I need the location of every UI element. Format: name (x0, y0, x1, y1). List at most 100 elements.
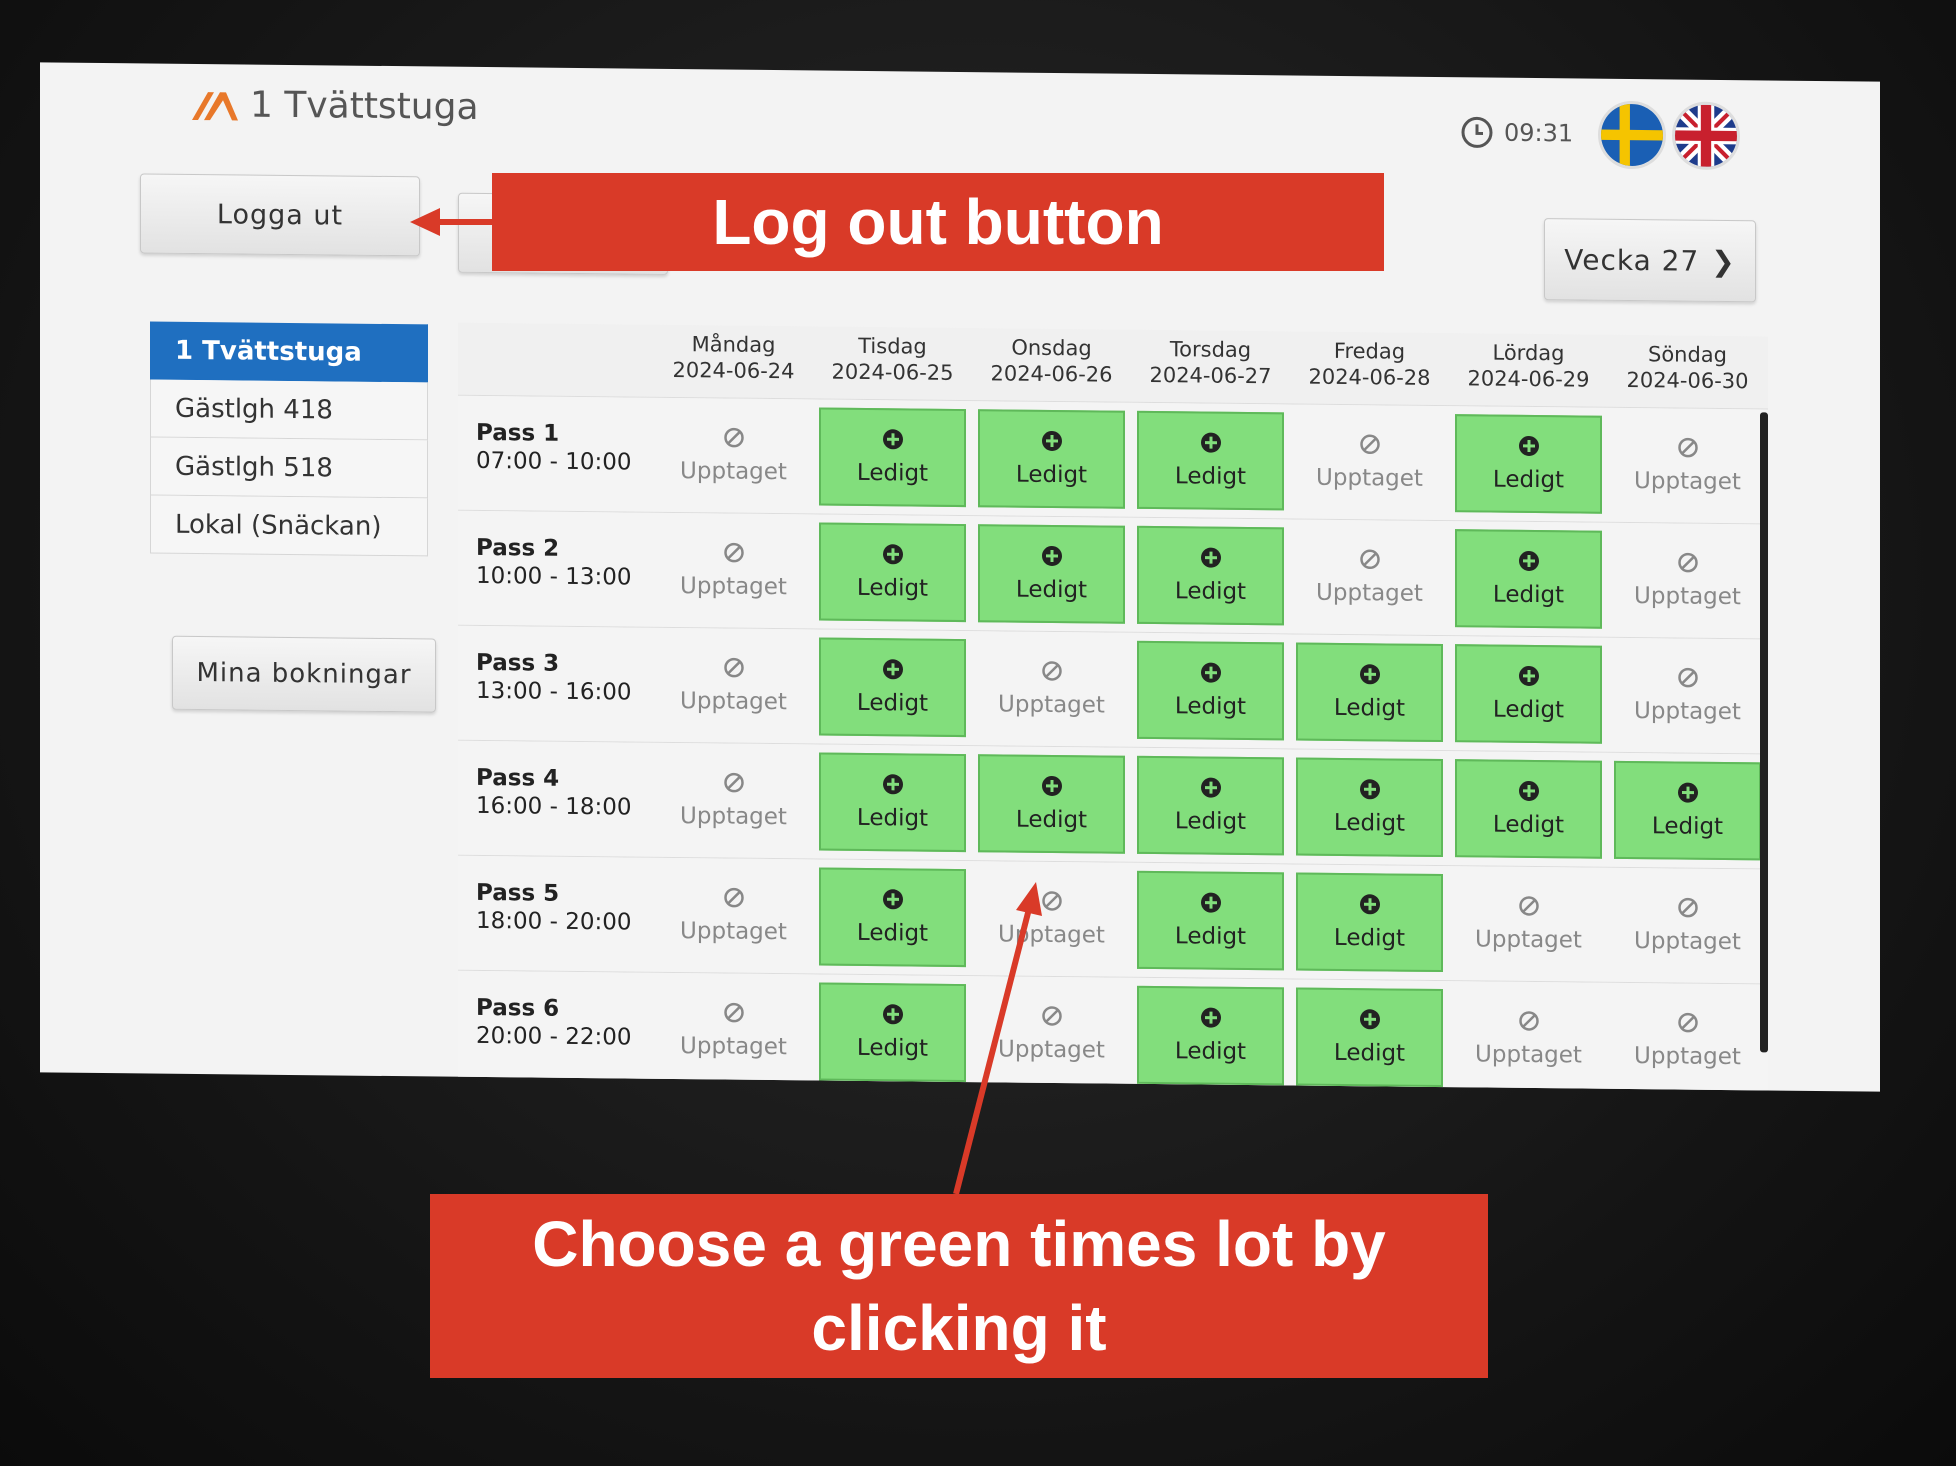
pass-name: Pass 1 (476, 419, 560, 447)
slot-status: Ledigt (1492, 811, 1565, 839)
pass-label: Pass 2 10:00 - 13:00 (458, 511, 654, 627)
free-slot-button[interactable]: Ledigt (1296, 642, 1443, 743)
plus-circle-icon (1200, 547, 1222, 575)
slot-cell: Upptaget (1608, 868, 1767, 984)
free-slot-button[interactable]: Ledigt (819, 637, 966, 738)
app-logo: 1 Tvättstuga (190, 84, 479, 128)
slot-status: Upptaget (1475, 1041, 1582, 1069)
slot-cell: Ledigt (1131, 403, 1290, 519)
slot-cell: Upptaget (1608, 983, 1767, 1092)
sidebar-item[interactable]: 1 Tvättstuga (150, 321, 428, 383)
free-slot-button[interactable]: Ledigt (978, 754, 1125, 854)
free-slot-button[interactable]: Ledigt (1296, 757, 1443, 858)
slot-cell: Upptaget (654, 513, 813, 629)
free-slot-button[interactable]: Ledigt (819, 867, 966, 968)
slot-cell: Ledigt (1290, 864, 1449, 980)
slot-cell: Ledigt (1449, 406, 1608, 522)
free-slot-button[interactable]: Ledigt (1455, 644, 1602, 744)
free-slot-button[interactable]: Ledigt (1137, 525, 1284, 626)
free-slot-button[interactable]: Ledigt (1296, 872, 1443, 973)
day-header: Måndag 2024-06-24 (654, 325, 813, 399)
plus-circle-icon (882, 428, 904, 456)
logo-icon (192, 91, 238, 120)
plus-circle-icon (882, 773, 904, 801)
free-slot-button[interactable]: Ledigt (978, 409, 1125, 509)
slot-status: Upptaget (1634, 928, 1741, 956)
plus-circle-icon (1200, 432, 1222, 460)
prohibited-icon (1359, 433, 1381, 461)
free-slot-button[interactable]: Ledigt (1296, 987, 1443, 1088)
slot-status: Ledigt (856, 574, 929, 602)
slot-cell: Ledigt (972, 401, 1131, 517)
slot-status: Ledigt (856, 689, 929, 717)
free-slot-button[interactable]: Ledigt (819, 982, 966, 1083)
next-week-button[interactable]: Vecka 27 ❯ (1544, 218, 1756, 303)
slot-status: Upptaget (680, 458, 787, 486)
free-slot-button[interactable]: Ledigt (1137, 755, 1284, 856)
sidebar-item[interactable]: Lokal (Snäckan) (150, 495, 428, 557)
slot-cell: Upptaget (654, 743, 813, 859)
swedish-flag-icon[interactable] (1598, 100, 1666, 170)
slot-cell: Upptaget (654, 628, 813, 744)
pass-row: Pass 6 20:00 - 22:00 Upptaget Ledigt Upptage… (458, 970, 1768, 1092)
plus-circle-icon (1200, 1007, 1222, 1035)
free-slot-button[interactable]: Ledigt (1455, 414, 1602, 514)
pass-name: Pass 6 (476, 994, 560, 1022)
plus-circle-icon (1518, 550, 1540, 578)
day-name: Fredag (1333, 338, 1406, 364)
uk-flag-icon[interactable] (1672, 101, 1740, 171)
booked-slot: Upptaget (1455, 989, 1602, 1089)
slot-cell: Upptaget (654, 398, 813, 514)
free-slot-button[interactable]: Ledigt (1614, 760, 1761, 861)
slot-cell: Ledigt (1131, 633, 1290, 749)
free-slot-button[interactable]: Ledigt (819, 752, 966, 853)
prohibited-icon (1518, 1010, 1540, 1038)
sidebar-item[interactable]: Gästlgh 418 (150, 379, 428, 441)
slot-cell: Upptaget (972, 631, 1131, 747)
slot-cell: Ledigt (813, 399, 972, 515)
free-slot-button[interactable]: Ledigt (1455, 759, 1602, 859)
free-slot-button[interactable]: Ledigt (819, 407, 966, 508)
prohibited-icon (723, 1002, 745, 1030)
booked-slot: Upptaget (660, 866, 807, 966)
slot-cell: Ledigt (1608, 753, 1767, 869)
day-header: Fredag 2024-06-28 (1290, 331, 1449, 405)
prohibited-icon (1677, 667, 1699, 695)
slot-status: Upptaget (680, 573, 787, 601)
pass-time: 13:00 - 16:00 (476, 677, 632, 706)
slot-status: Upptaget (1316, 464, 1423, 492)
booked-slot: Upptaget (1614, 991, 1761, 1091)
plus-circle-icon (1041, 430, 1063, 458)
grid-scrollbar[interactable] (1760, 412, 1768, 1053)
free-slot-button[interactable]: Ledigt (1137, 410, 1284, 511)
plus-circle-icon (882, 543, 904, 571)
prohibited-icon (723, 772, 745, 800)
slot-status: Upptaget (1475, 926, 1582, 954)
plus-circle-icon (1200, 662, 1222, 690)
day-header: Lördag 2024-06-29 (1449, 333, 1608, 407)
day-name: Lördag (1492, 340, 1565, 366)
free-slot-button[interactable]: Ledigt (1137, 640, 1284, 741)
slot-status: Upptaget (680, 688, 787, 716)
booked-slot: Upptaget (978, 869, 1125, 969)
plus-circle-icon (1359, 1008, 1381, 1036)
booked-slot: Upptaget (978, 639, 1125, 739)
day-name: Tisdag (858, 333, 927, 359)
free-slot-button[interactable]: Ledigt (978, 524, 1125, 624)
free-slot-button[interactable]: Ledigt (1455, 529, 1602, 629)
slot-cell: Ledigt (813, 974, 972, 1090)
slot-status: Ledigt (1174, 693, 1247, 720)
day-date: 2024-06-27 (1149, 362, 1272, 389)
my-bookings-button[interactable]: Mina bokningar (172, 635, 436, 713)
free-slot-button[interactable]: Ledigt (1137, 870, 1284, 971)
free-slot-button[interactable]: Ledigt (1137, 985, 1284, 1086)
free-slot-button[interactable]: Ledigt (819, 522, 966, 623)
slot-status: Ledigt (1333, 924, 1406, 952)
slot-cell: Ledigt (972, 746, 1131, 862)
sidebar-item[interactable]: Gästlgh 518 (150, 437, 428, 499)
slot-cell: Ledigt (1449, 636, 1608, 752)
logout-button[interactable]: Logga ut (140, 173, 420, 257)
plus-circle-icon (882, 658, 904, 686)
slot-status: Upptaget (1634, 1043, 1741, 1071)
next-week-label: Vecka 27 (1564, 242, 1700, 278)
